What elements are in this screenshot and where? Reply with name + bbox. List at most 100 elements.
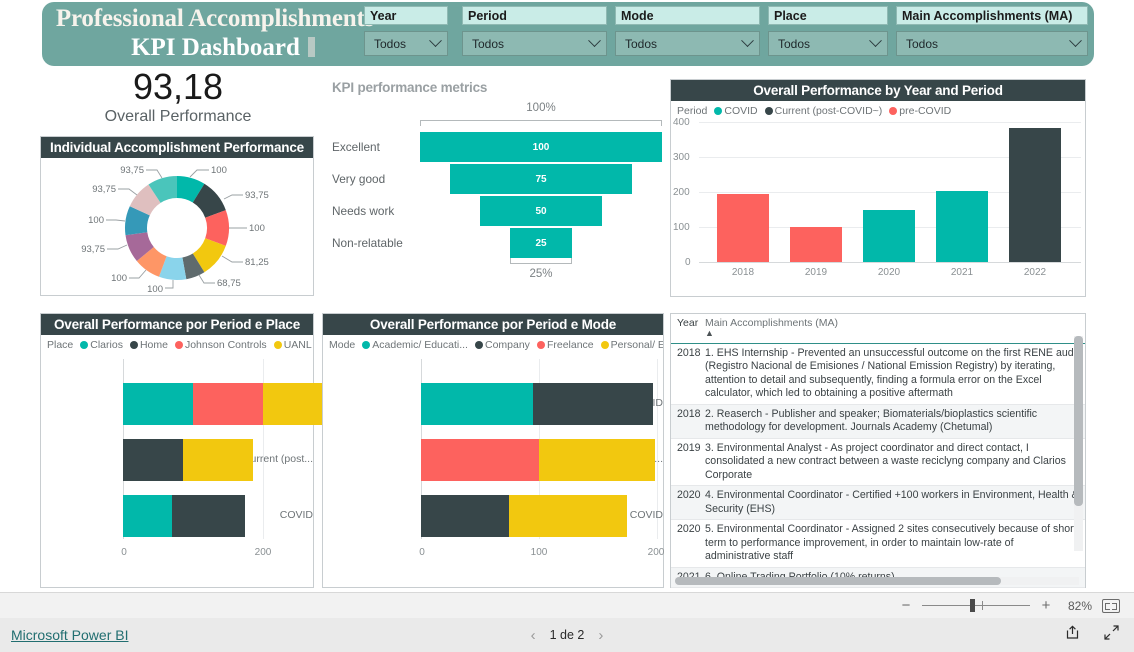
- legend-item-uanl[interactable]: UANL: [273, 339, 312, 351]
- table-row[interactable]: 2018 2. Reaserch - Publisher and speaker…: [671, 404, 1085, 439]
- segment-johnson-controls[interactable]: [193, 383, 263, 425]
- funnel-row[interactable]: Very good 75: [332, 164, 664, 194]
- zoom-out-button[interactable]: −: [900, 597, 912, 614]
- bar-2018[interactable]: [717, 194, 769, 262]
- funnel-row[interactable]: Excellent 100: [332, 132, 664, 162]
- segment-company[interactable]: [421, 495, 509, 537]
- year-period-legend[interactable]: Period COVID Current (post-COVID~) pre-C…: [671, 101, 1085, 117]
- table-vertical-scrollbar[interactable]: [1074, 336, 1083, 551]
- donut-chart-svg[interactable]: 100 93,75 100 81,25 68,75 100 100 93,75 …: [41, 158, 313, 295]
- table-horizontal-scrollbar[interactable]: [675, 577, 1079, 585]
- accomplishments-table-card[interactable]: Year Main Accomplishments (MA) ▲ 2018 1.…: [670, 313, 1086, 588]
- funnel-category-label: Very good: [332, 172, 386, 186]
- legend-item-clarios[interactable]: Clarios: [80, 339, 123, 351]
- segment-clarios[interactable]: [123, 383, 193, 425]
- table-body[interactable]: 2018 1. EHS Internship - Prevented an un…: [671, 344, 1085, 590]
- funnel-row[interactable]: Needs work 50: [332, 196, 664, 226]
- hbar-row-covid[interactable]: COVID: [41, 495, 313, 537]
- legend-item-precovid[interactable]: pre-COVID: [889, 105, 951, 117]
- table-row[interactable]: 2018 1. EHS Internship - Prevented an un…: [671, 344, 1085, 405]
- table-column-header-ma[interactable]: Main Accomplishments (MA) ▲: [705, 317, 1085, 337]
- year-period-plot[interactable]: 400 300 200 100 0 2018 2019 2020 2021 20…: [671, 117, 1085, 292]
- funnel-row[interactable]: Non-relatable 25: [332, 228, 664, 258]
- legend-item-personal[interactable]: Personal/ Edu...: [600, 339, 663, 351]
- segment-uanl[interactable]: [183, 439, 253, 481]
- segment-company[interactable]: [533, 383, 653, 425]
- bar-2022[interactable]: [1009, 128, 1061, 262]
- legend-item-covid[interactable]: COVID: [714, 105, 758, 117]
- funnel-bar[interactable]: 25: [510, 228, 572, 258]
- period-mode-card[interactable]: Overall Performance por Period e Mode Mo…: [322, 313, 664, 588]
- segment-home[interactable]: [123, 439, 183, 481]
- period-place-legend[interactable]: Place Clarios Home Johnson Controls UANL: [41, 335, 313, 351]
- donut-chart[interactable]: 100 93,75 100 81,25 68,75 100 100 93,75 …: [41, 158, 313, 316]
- funnel-bar[interactable]: 100: [420, 132, 662, 162]
- fullscreen-icon[interactable]: [1103, 624, 1120, 646]
- hbar-row-current[interactable]: Current (post-CO...: [323, 439, 663, 481]
- table-row[interactable]: 2020 4. Environmental Coordinator - Cert…: [671, 486, 1085, 520]
- segment-freelance[interactable]: [421, 439, 539, 481]
- slicer-year[interactable]: Year Todos: [364, 6, 448, 56]
- legend-label: Company: [484, 339, 530, 351]
- share-icon[interactable]: [1064, 624, 1081, 646]
- period-place-card[interactable]: Overall Performance por Period e Place P…: [40, 313, 333, 588]
- segment-personal[interactable]: [539, 439, 655, 481]
- chevron-down-icon[interactable]: [741, 34, 754, 48]
- slicer-mode-dropdown[interactable]: Todos: [615, 31, 760, 56]
- hbar-row-covid[interactable]: COVID: [323, 495, 663, 537]
- legend-item-academic[interactable]: Academic/ Educati...: [362, 339, 468, 351]
- legend-item-freelance[interactable]: Freelance: [536, 339, 594, 351]
- legend-item-home[interactable]: Home: [129, 339, 168, 351]
- period-mode-legend[interactable]: Mode Academic/ Educati... Company Freela…: [323, 335, 663, 351]
- chevron-down-icon[interactable]: [429, 34, 442, 48]
- hbar-row-pre-covid[interactable]: pre-COVID: [41, 383, 333, 425]
- slicer-main-accomplishments[interactable]: Main Accomplishments (MA) Todos: [896, 6, 1088, 56]
- funnel-bottom-percent: 25%: [529, 268, 553, 280]
- table-horizontal-scroll-thumb[interactable]: [675, 577, 1001, 585]
- chevron-down-icon[interactable]: [1069, 34, 1082, 48]
- period-mode-plot[interactable]: pre-COVID Current (post-CO... COVID 0 10…: [323, 351, 664, 583]
- fit-to-page-icon[interactable]: [1102, 598, 1120, 613]
- segment-clarios[interactable]: [123, 495, 172, 537]
- bar-2020[interactable]: [863, 210, 915, 262]
- segment-home[interactable]: [172, 495, 245, 537]
- chevron-down-icon[interactable]: [869, 34, 882, 48]
- zoom-slider[interactable]: [922, 599, 1030, 612]
- dashboard-title-line1: Professional Accomplishments: [55, 5, 375, 32]
- year-period-card[interactable]: Overall Performance by Year and Period P…: [670, 79, 1086, 297]
- table-header-row[interactable]: Year Main Accomplishments (MA) ▲: [671, 314, 1085, 344]
- legend-item-company[interactable]: Company: [474, 339, 530, 351]
- funnel-chart[interactable]: KPI performance metrics 100% Excellent 1…: [332, 80, 664, 295]
- slicer-main-accomplishments-dropdown[interactable]: Todos: [896, 31, 1088, 56]
- next-page-button[interactable]: ›: [598, 627, 603, 644]
- hbar-row-current[interactable]: Current (post...: [41, 439, 313, 481]
- zoom-slider-thumb[interactable]: [970, 599, 975, 612]
- chevron-down-icon[interactable]: [588, 34, 601, 48]
- table-row[interactable]: 2019 3. Environmental Analyst - As proje…: [671, 439, 1085, 486]
- table-row[interactable]: 2021 7. Created personal finance dashboa…: [671, 588, 1085, 590]
- slicer-year-dropdown[interactable]: Todos: [364, 31, 448, 56]
- legend-item-current[interactable]: Current (post-COVID~): [764, 105, 882, 117]
- period-place-plot[interactable]: pre-COVID Current (post... COVID 0 200: [41, 351, 333, 583]
- funnel-bar[interactable]: 50: [480, 196, 602, 226]
- slicer-period[interactable]: Period Todos: [462, 6, 607, 56]
- bar-2021[interactable]: [936, 191, 988, 262]
- previous-page-button[interactable]: ‹: [531, 627, 536, 644]
- slicer-period-dropdown[interactable]: Todos: [462, 31, 607, 56]
- segment-academic[interactable]: [421, 383, 533, 425]
- zoom-in-button[interactable]: +: [1040, 597, 1052, 614]
- hbar-row-pre-covid[interactable]: pre-COVID: [323, 383, 663, 425]
- page-navigation: ‹ 1 de 2 ›: [0, 627, 1134, 644]
- segment-personal[interactable]: [509, 495, 627, 537]
- slicer-mode[interactable]: Mode Todos: [615, 6, 760, 56]
- table-vertical-scroll-thumb[interactable]: [1074, 336, 1083, 506]
- donut-card[interactable]: Individual Accomplishment Performance 10…: [40, 136, 314, 296]
- table-row[interactable]: 2020 5. Environmental Coordinator - Assi…: [671, 520, 1085, 568]
- slicer-place[interactable]: Place Todos: [768, 6, 888, 56]
- table-column-header-year[interactable]: Year: [671, 317, 705, 335]
- x-tick-label: 200: [647, 547, 665, 558]
- bar-2019[interactable]: [790, 227, 842, 262]
- slicer-place-dropdown[interactable]: Todos: [768, 31, 888, 56]
- funnel-bar[interactable]: 75: [450, 164, 632, 194]
- legend-item-johnson-controls[interactable]: Johnson Controls: [174, 339, 267, 351]
